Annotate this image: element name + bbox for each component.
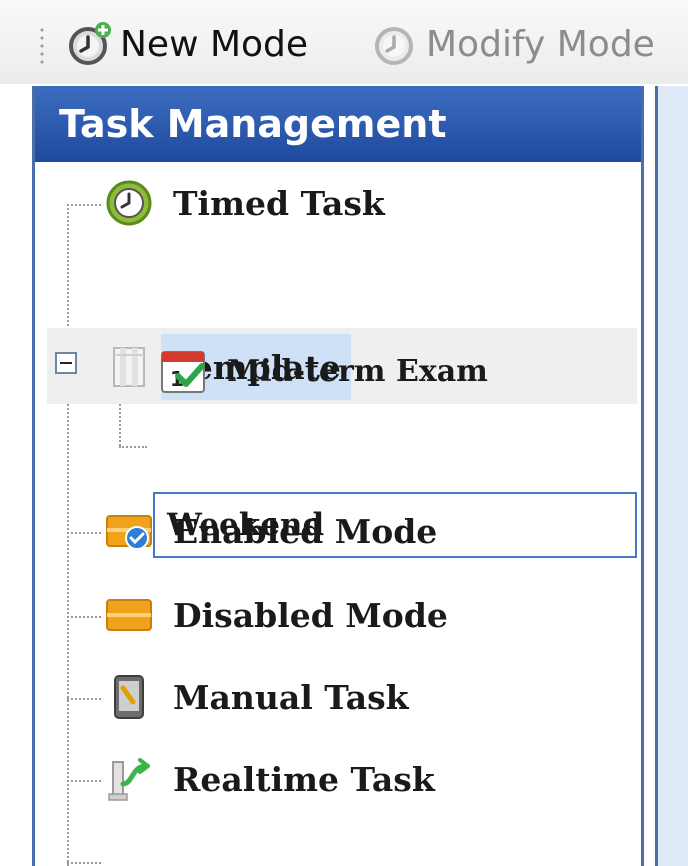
tree-line <box>67 862 101 864</box>
modify-mode-button[interactable]: Modify Mode <box>372 18 688 70</box>
tree-item-timed-task[interactable]: Timed Task <box>103 168 391 238</box>
calendar-check-icon: 1 <box>157 345 209 397</box>
tree-line <box>67 780 101 782</box>
realtime-pipe-icon <box>103 753 155 805</box>
tree-item-manual-task[interactable]: Manual Task <box>103 662 415 732</box>
clock-add-icon <box>69 22 111 65</box>
tree-line <box>67 204 101 206</box>
tree-item-label: Timed Task <box>173 183 385 223</box>
manual-device-icon <box>103 671 155 723</box>
template-document-icon <box>103 341 155 393</box>
disabled-mode-icon <box>103 589 155 641</box>
tree-line <box>67 532 101 534</box>
tree-item-label: Manual Task <box>173 677 409 717</box>
content-panel <box>655 86 688 866</box>
toolbar: New Mode Modify Mode <box>0 0 688 84</box>
enabled-mode-icon <box>103 505 155 557</box>
tree-item-enabled-mode[interactable]: Enabled Mode <box>103 496 443 566</box>
tree-item-label: Mid-term Exam <box>227 353 488 389</box>
tree-item-label: Enabled Mode <box>173 511 438 551</box>
tree-item-label: Realtime Task <box>173 759 435 799</box>
task-tree: Timed Task Template 1 Mid-term Exam Week… <box>35 162 641 866</box>
clock-edit-icon <box>375 27 413 65</box>
new-mode-label: New Mode <box>120 23 309 65</box>
collapse-toggle[interactable] <box>55 352 77 374</box>
panel-title: Task Management <box>35 86 641 162</box>
toolbar-grip[interactable] <box>40 26 44 66</box>
tree-line <box>67 616 101 618</box>
tree-item-realtime-task[interactable]: Realtime Task <box>103 744 441 814</box>
tree-item-mid-term-exam[interactable]: 1 Mid-term Exam <box>157 336 494 406</box>
tree-line-main <box>67 204 69 866</box>
tree-item-disabled-mode[interactable]: Disabled Mode <box>103 580 454 650</box>
tree-line <box>119 446 147 448</box>
task-management-panel: Task Management Timed Task Template 1 Mi… <box>32 86 644 866</box>
tree-line <box>67 698 101 700</box>
modify-mode-label: Modify Mode <box>426 23 655 65</box>
new-mode-button[interactable]: New Mode <box>66 18 308 70</box>
tree-item-label: Disabled Mode <box>173 595 448 635</box>
green-clock-icon <box>103 177 155 229</box>
